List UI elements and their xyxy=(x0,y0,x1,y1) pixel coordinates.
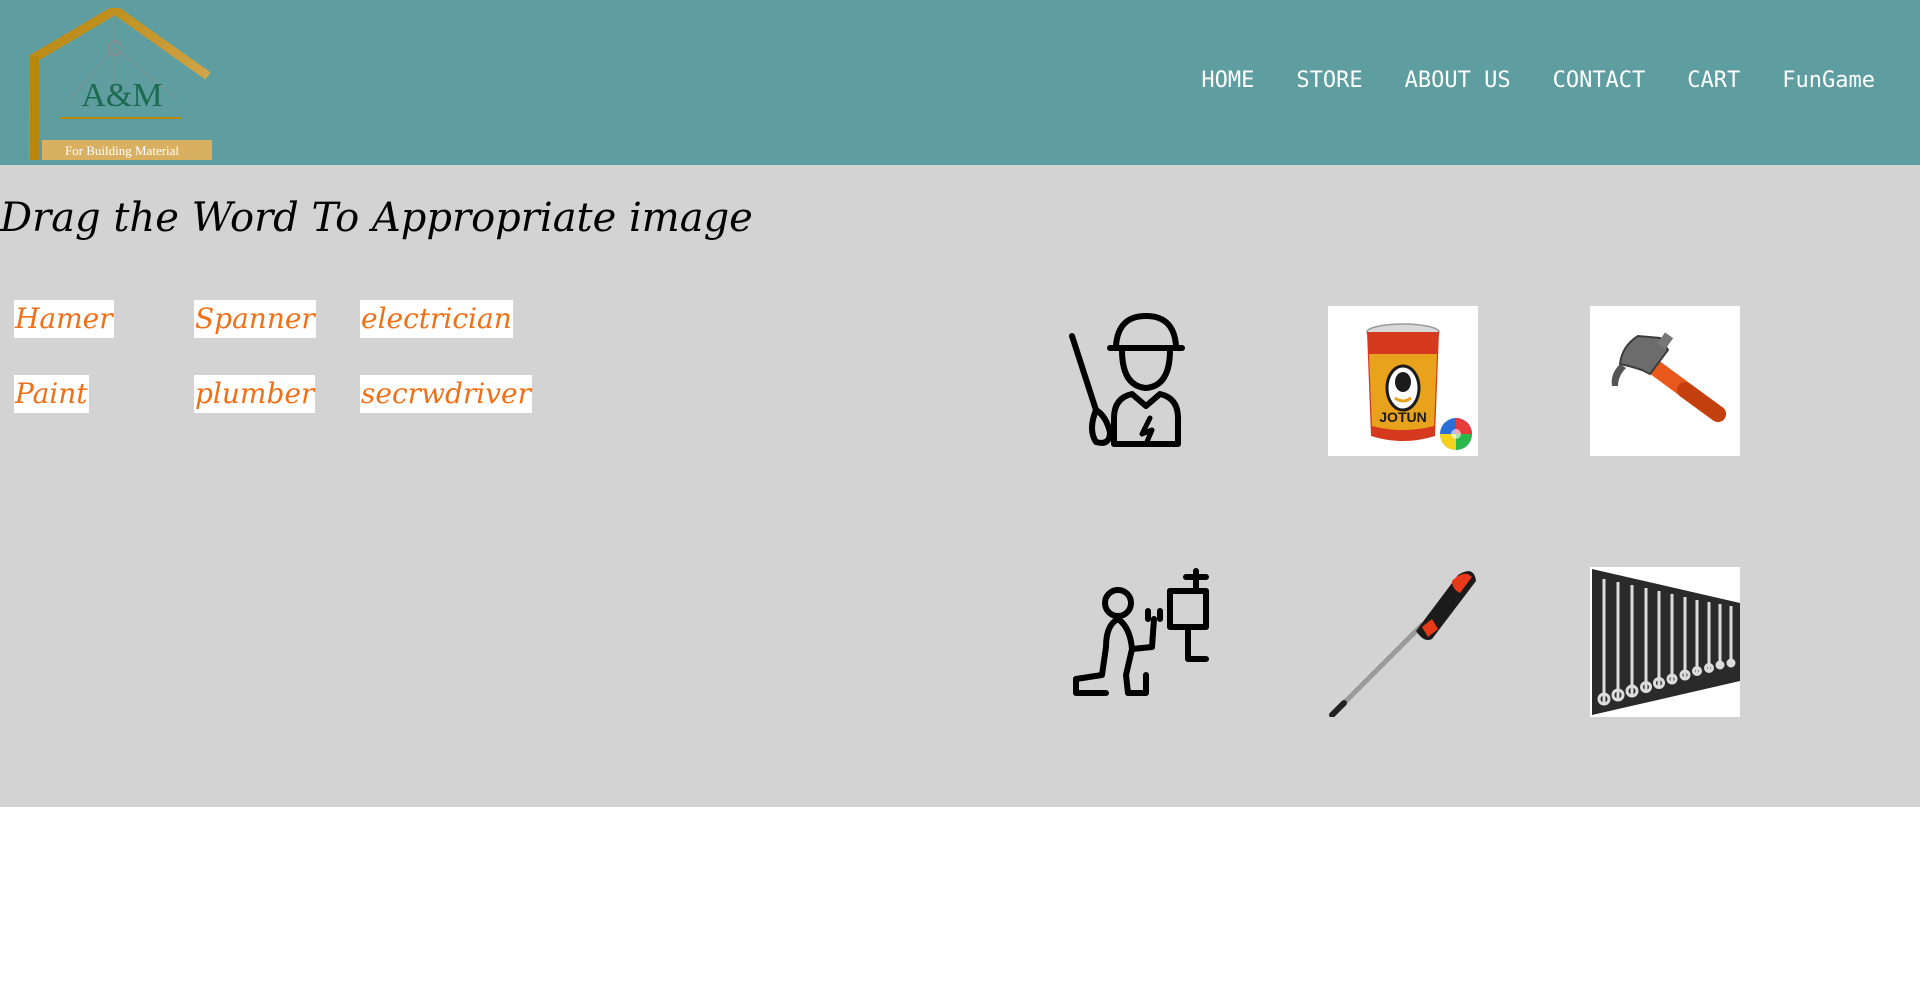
drop-target-screwdriver[interactable] xyxy=(1328,567,1478,717)
plumber-icon xyxy=(1073,568,1209,696)
hammer-image xyxy=(1611,332,1726,422)
company-logo[interactable]: A&M For Building Material xyxy=(28,8,212,162)
nav-contact[interactable]: CONTACT xyxy=(1553,68,1646,93)
drop-target-spanner[interactable] xyxy=(1590,567,1740,717)
main-nav: HOME STORE ABOUT US CONTACT CART FunGame xyxy=(1159,68,1875,93)
word-plumber[interactable]: plumber xyxy=(194,375,316,413)
word-hamer[interactable]: Hamer xyxy=(14,300,114,338)
screwdriver-image xyxy=(1329,571,1476,717)
word-paint[interactable]: Paint xyxy=(14,375,89,413)
electrician-icon xyxy=(1069,313,1185,447)
svg-text:For Building Material: For Building Material xyxy=(65,143,179,158)
svg-text:A&M: A&M xyxy=(81,77,162,114)
word-electrician[interactable]: electrician xyxy=(360,300,513,338)
nav-fungame[interactable]: FunGame xyxy=(1782,68,1875,93)
page-title: Drag the Word To Appropriate image xyxy=(0,195,753,241)
nav-store[interactable]: STORE xyxy=(1296,68,1362,93)
drop-target-electrician[interactable] xyxy=(1066,306,1216,456)
word-spanner[interactable]: Spanner xyxy=(194,300,316,338)
drag-game-area: Drag the Word To Appropriate image Hamer… xyxy=(0,165,1920,807)
paint-bucket-image: JOTUN xyxy=(1366,323,1472,450)
drop-target-paint[interactable]: JOTUN xyxy=(1328,306,1478,456)
drop-target-hammer[interactable] xyxy=(1590,306,1740,456)
site-header: A&M For Building Material HOME STORE ABO… xyxy=(0,0,1920,165)
nav-about-us[interactable]: ABOUT US xyxy=(1405,68,1511,93)
spanner-set-image xyxy=(1592,569,1740,715)
house-logo-icon: A&M For Building Material xyxy=(29,8,212,160)
word-secrwdriver[interactable]: secrwdriver xyxy=(360,375,533,413)
nav-home[interactable]: HOME xyxy=(1201,68,1254,93)
nav-cart[interactable]: CART xyxy=(1687,68,1740,93)
svg-text:JOTUN: JOTUN xyxy=(1379,409,1426,425)
drop-target-plumber[interactable] xyxy=(1066,567,1216,717)
